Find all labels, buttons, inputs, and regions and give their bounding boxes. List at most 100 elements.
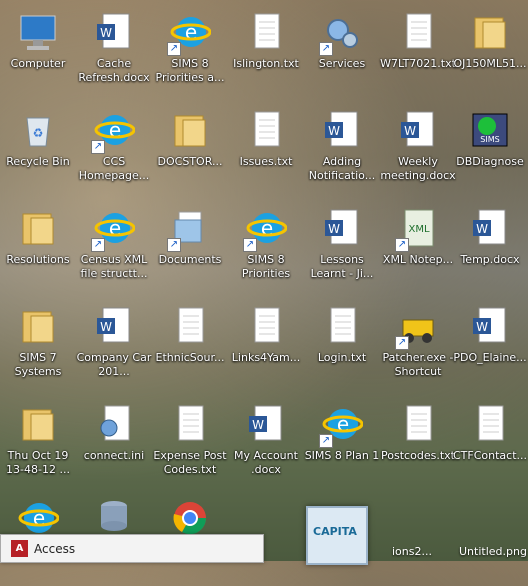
desktop-icon[interactable]: e ↗ Census XML file structt... (76, 200, 152, 296)
desktop-icon-label: Adding Notificatio... (308, 155, 376, 182)
internet-explorer-icon: e ↗ (91, 108, 136, 154)
internet-explorer-icon: e ↗ (91, 206, 136, 252)
desktop-icon[interactable]: SIMS DBDiagnose (452, 102, 528, 198)
desktop-icon[interactable]: SIMS 7 Systems (0, 298, 76, 394)
desktop-icon-label: DBDiagnose (456, 155, 524, 168)
desktop-icon[interactable]: Computer (0, 4, 76, 100)
taskbar-preview-access[interactable]: A Access (0, 534, 264, 563)
desktop-icon[interactable]: W PDO_Elaine... (452, 298, 528, 394)
desktop-icon[interactable]: W Company Car 201... (76, 298, 152, 394)
desktop-icon[interactable]: ↗ Services (304, 4, 380, 100)
desktop-icon[interactable]: W My Account .docx (228, 396, 304, 492)
svg-text:W: W (328, 124, 340, 138)
desktop-icon-label: Computer (10, 57, 66, 70)
internet-explorer-icon: e ↗ (319, 402, 364, 448)
word-doc-icon: W (469, 304, 511, 348)
svg-text:W: W (476, 222, 488, 236)
desktop-icon-label: CTFContact... (452, 449, 527, 462)
partial-icon-label[interactable]: ions2... (392, 545, 432, 558)
desktop-icon-label: Recycle Bin (6, 155, 70, 168)
desktop-icon[interactable]: Postcodes.txt (380, 396, 456, 492)
desktop-icon-label: Issues.txt (239, 155, 293, 168)
svg-text:XML: XML (408, 224, 429, 235)
patcher-icon: ↗ (395, 304, 439, 350)
text-file-icon (397, 10, 439, 54)
word-doc-icon: W (93, 304, 135, 348)
desktop-icon-label: EthnicSour... (155, 351, 225, 364)
desktop-icon[interactable]: EthnicSour... (152, 298, 228, 394)
word-doc-icon: W (321, 206, 363, 250)
partial-icon-label[interactable]: Untitled.png (459, 545, 527, 558)
desktop-icon-label: SIMS 7 Systems (14, 351, 62, 378)
desktop-icon-label: SIMS 8 Priorities a... (155, 57, 225, 84)
xml-notepad-icon: XML ↗ (395, 206, 439, 252)
desktop-icon[interactable]: Login.txt (304, 298, 380, 394)
desktop-icon[interactable]: W Lessons Learnt - Ji... (304, 200, 380, 296)
access-label: Access (34, 542, 76, 556)
shortcut-arrow-icon: ↗ (319, 434, 333, 448)
svg-text:W: W (100, 320, 112, 334)
desktop-icon[interactable]: W Adding Notificatio... (304, 102, 380, 198)
shortcut-arrow-icon: ↗ (167, 42, 181, 56)
desktop-icon-label: Postcodes.txt (381, 449, 455, 462)
desktop-icon[interactable]: Resolutions (0, 200, 76, 296)
shortcut-arrow-icon: ↗ (243, 238, 257, 252)
desktop-icon-label: Documents (158, 253, 222, 266)
svg-text:W: W (328, 222, 340, 236)
gears-icon: ↗ (319, 10, 363, 56)
desktop-icon[interactable]: e ↗ SIMS 8 Plan 1 (304, 396, 380, 492)
desktop-icon[interactable]: W Weekly meeting.docx (380, 102, 456, 198)
word-doc-icon: W (469, 206, 511, 250)
capita-thumbnail[interactable]: CAPITA (306, 506, 368, 565)
desktop-icon[interactable]: ♻ Recycle Bin (0, 102, 76, 198)
text-file-icon (469, 402, 511, 446)
desktop-icon[interactable]: OJ150ML51... (452, 4, 528, 100)
desktop-icon[interactable]: Expense Post Codes.txt (152, 396, 228, 492)
desktop-icon[interactable]: e ↗ CCS Homepage... (76, 102, 152, 198)
desktop-icon[interactable]: W Temp.docx (452, 200, 528, 296)
desktop-icon[interactable]: Links4Yam... (228, 298, 304, 394)
desktop-icon[interactable]: e ↗ SIMS 8 Priorities (228, 200, 304, 296)
desktop-icon[interactable]: ↗ Documents (152, 200, 228, 296)
desktop-icon[interactable]: W Cache Refresh.docx (76, 4, 152, 100)
desktop-icon-label: DOCSTOR... (157, 155, 223, 168)
desktop-icon-label: Company Car 201... (76, 351, 152, 378)
text-file-icon (245, 304, 287, 348)
desktop-icon[interactable]: DOCSTOR... (152, 102, 228, 198)
desktop: Computer W Cache Refresh.docx e ↗ SIMS 8 Prio… (0, 0, 528, 561)
desktop-icon-label: Links4Yam... (231, 351, 301, 364)
shortcut-arrow-icon: ↗ (319, 42, 333, 56)
capita-label: CAPITA (313, 525, 357, 538)
desktop-icon[interactable]: Islington.txt (228, 4, 304, 100)
folder-icon (17, 402, 59, 446)
svg-text:W: W (404, 124, 416, 138)
desktop-icon[interactable]: Issues.txt (228, 102, 304, 198)
internet-explorer-icon: e ↗ (243, 206, 288, 252)
text-file-icon (321, 304, 363, 348)
desktop-icon-label: Thu Oct 19 13-48-12 ... (6, 449, 70, 476)
folder-icon (469, 10, 511, 54)
desktop-icon-label: Resolutions (6, 253, 70, 266)
config-file-icon (93, 402, 135, 446)
desktop-icon[interactable]: CTFContact... (452, 396, 528, 492)
desktop-icon[interactable]: W7LT7021.txt (380, 4, 456, 100)
svg-text:W: W (252, 418, 264, 432)
desktop-icon-label: My Account .docx (234, 449, 298, 476)
text-file-icon (245, 10, 287, 54)
desktop-icon-label: Weekly meeting.docx (380, 155, 456, 182)
desktop-icon[interactable]: Thu Oct 19 13-48-12 ... (0, 396, 76, 492)
text-file-icon (245, 108, 287, 152)
desktop-icon-label: OJ150ML51... (453, 57, 527, 70)
text-file-icon (169, 304, 211, 348)
shortcut-arrow-icon: ↗ (395, 336, 409, 350)
desktop-icon-label: Patcher.exe - Shortcut (382, 351, 454, 378)
desktop-icon-label: CCS Homepage... (78, 155, 150, 182)
desktop-icon[interactable]: e ↗ SIMS 8 Priorities a... (152, 4, 228, 100)
desktop-icon[interactable]: ↗ Patcher.exe - Shortcut (380, 298, 456, 394)
shortcut-arrow-icon: ↗ (91, 238, 105, 252)
desktop-icon-label: SIMS 8 Plan 1 (304, 449, 380, 462)
desktop-icon[interactable]: XML ↗ XML Notep... (380, 200, 456, 296)
desktop-icon[interactable]: connect.ini (76, 396, 152, 492)
desktop-icon-label: connect.ini (83, 449, 145, 462)
computer-icon (17, 10, 59, 54)
